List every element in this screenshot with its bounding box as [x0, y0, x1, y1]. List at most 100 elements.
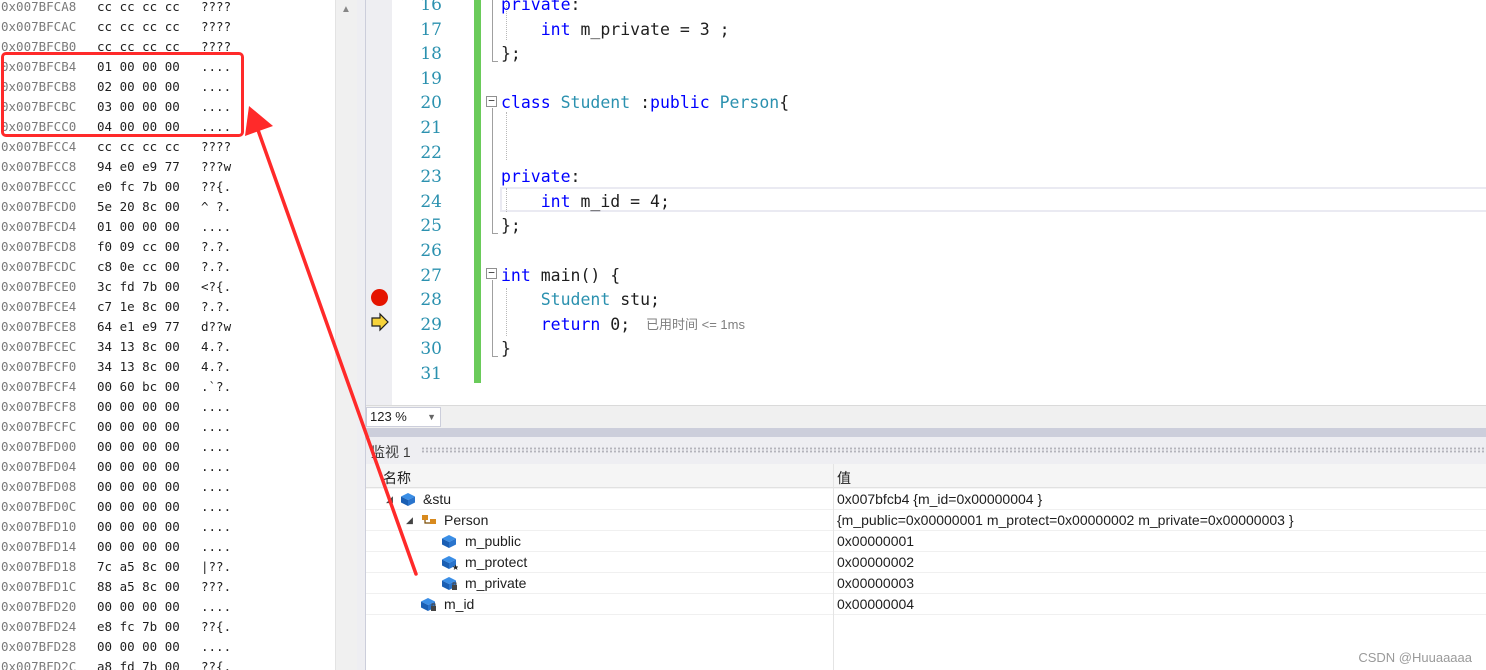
memory-ascii: d??w	[201, 319, 232, 334]
chevron-down-icon[interactable]: ▼	[427, 408, 436, 426]
code-line[interactable]: 30}	[366, 337, 1486, 362]
watch-value[interactable]: {m_public=0x00000001 m_protect=0x0000000…	[837, 510, 1294, 530]
code-line[interactable]: 17 int m_private = 3 ;	[366, 18, 1486, 43]
memory-row[interactable]: 0x007BFD1C 88 a5 8c 00???.	[0, 577, 335, 597]
code-line[interactable]: 22	[366, 141, 1486, 166]
code-line[interactable]: 21	[366, 116, 1486, 141]
memory-row[interactable]: 0x007BFD28 00 00 00 00....	[0, 637, 335, 657]
code-line[interactable]: 20 class Student :public Person{	[366, 91, 1486, 116]
watch-value[interactable]: 0x00000003	[837, 573, 914, 593]
watch-value[interactable]: 0x00000001	[837, 531, 914, 551]
code-line[interactable]: 25};	[366, 214, 1486, 239]
memory-bytes: 3c fd 7b 00	[97, 279, 180, 294]
memory-row[interactable]: 0x007BFCEC 34 13 8c 00 4.?.	[0, 337, 335, 357]
memory-row[interactable]: 0x007BFD24 e8 fc 7b 00 ??{.	[0, 617, 335, 637]
column-header-name[interactable]: 名称	[383, 468, 411, 488]
code-line[interactable]: 27 int main() {	[366, 264, 1486, 289]
memory-address: 0x007BFCF4	[1, 379, 77, 394]
memory-row[interactable]: 0x007BFCD0 5e 20 8c 00 ^ ?.	[0, 197, 335, 217]
memory-row[interactable]: 0x007BFCA8 cc cc cc cc????	[0, 0, 335, 17]
code-editor[interactable]: − − 16 private: 17 int m_private = 3 ; 18};…	[366, 0, 1486, 405]
pane-splitter[interactable]	[357, 0, 366, 670]
expand-toggle-icon[interactable]: ◢	[406, 510, 413, 530]
memory-bytes: 00 00 00 00	[97, 479, 180, 494]
memory-row[interactable]: 0x007BFCCC e0 fc 7b 00 ??{.	[0, 177, 335, 197]
memory-row[interactable]: 0x007BFD10 00 00 00 00....	[0, 517, 335, 537]
code-line[interactable]: 16 private:	[366, 0, 1486, 18]
line-number: 25	[420, 216, 442, 237]
column-header-value[interactable]: 值	[837, 468, 851, 488]
memory-row[interactable]: 0x007BFD00 00 00 00 00....	[0, 437, 335, 457]
code-line[interactable]: 26	[366, 239, 1486, 264]
watch-value[interactable]: 0x007bfcb4 {m_id=0x00000004 }	[837, 489, 1042, 509]
memory-ascii: 4.?.	[201, 359, 232, 374]
watch-window: 监视 1 名称 值 ◢ &stu 0x007bfcb4 {m_id=0x000000…	[366, 437, 1486, 670]
watch-name[interactable]: m_public	[465, 531, 521, 551]
perf-tip[interactable]: 已用时间 <= 1ms	[646, 313, 745, 338]
memory-row[interactable]: 0x007BFCD4 01 00 00 00....	[0, 217, 335, 237]
watch-row[interactable]: m_private 0x00000003	[366, 573, 1486, 594]
watch-titlebar[interactable]: 监视 1	[366, 437, 1486, 464]
code-text: Student stu;	[501, 288, 660, 313]
memory-row[interactable]: 0x007BFCD8 f0 09 cc 00?.?.	[0, 237, 335, 257]
memory-row[interactable]: 0x007BFCE4 c7 1e 8c 00?.?.	[0, 297, 335, 317]
watch-name[interactable]: m_private	[465, 573, 526, 593]
memory-bytes: a8 fd 7b 00	[97, 659, 180, 670]
code-line[interactable]: 24 int m_id = 4;	[366, 190, 1486, 215]
memory-row[interactable]: 0x007BFCF8 00 00 00 00....	[0, 397, 335, 417]
memory-row[interactable]: 0x007BFCE8 64 e1 e9 77 d??w	[0, 317, 335, 337]
zoom-level-value: 123 %	[370, 409, 407, 424]
memory-row[interactable]: 0x007BFD18 7c a5 8c 00 |??.	[0, 557, 335, 577]
memory-ascii: ....	[201, 539, 232, 554]
public-field-icon	[442, 534, 458, 549]
memory-row[interactable]: 0x007BFCC4 cc cc cc cc????	[0, 137, 335, 157]
memory-row[interactable]: 0x007BFCDC c8 0e cc 00?.?.	[0, 257, 335, 277]
code-line[interactable]: 31	[366, 362, 1486, 387]
memory-row[interactable]: 0x007BFD20 00 00 00 00....	[0, 597, 335, 617]
memory-row[interactable]: 0x007BFCF0 34 13 8c 00 4.?.	[0, 357, 335, 377]
watch-name[interactable]: &stu	[423, 489, 451, 509]
memory-row[interactable]: 0x007BFCE0 3c fd 7b 00 <?{.	[0, 277, 335, 297]
column-divider[interactable]	[833, 464, 834, 670]
expand-toggle-icon[interactable]: ◢	[386, 489, 393, 509]
code-text: };	[501, 214, 521, 239]
memory-row[interactable]: 0x007BFCF4 00 60 bc 00 .`?.	[0, 377, 335, 397]
watch-name[interactable]: m_id	[444, 594, 474, 614]
memory-scrollbar[interactable]: ▲	[335, 0, 357, 670]
watch-row[interactable]: ◢ Person {m_public=0x00000001 m_protect=0x…	[366, 510, 1486, 531]
code-line[interactable]: 19	[366, 67, 1486, 92]
line-number: 30	[420, 339, 442, 360]
zoom-level-dropdown[interactable]: 123 % ▼	[366, 407, 441, 427]
code-line[interactable]: 23 private:	[366, 165, 1486, 190]
watch-value[interactable]: 0x00000004	[837, 594, 914, 614]
memory-row[interactable]: 0x007BFD08 00 00 00 00....	[0, 477, 335, 497]
watch-row[interactable]: ★ m_protect 0x00000002	[366, 552, 1486, 573]
code-text: private:	[501, 165, 580, 190]
memory-row[interactable]: 0x007BFD0C 00 00 00 00....	[0, 497, 335, 517]
watch-row[interactable]: m_public 0x00000001	[366, 531, 1486, 552]
watch-name[interactable]: Person	[444, 510, 488, 530]
scroll-up-arrow-icon[interactable]: ▲	[341, 4, 351, 15]
watch-value[interactable]: 0x00000002	[837, 552, 914, 572]
drag-grip[interactable]	[421, 447, 1486, 453]
memory-address: 0x007BFD08	[1, 479, 77, 494]
code-line[interactable]: 28 Student stu;	[366, 288, 1486, 313]
memory-row[interactable]: 0x007BFCFC 00 00 00 00....	[0, 417, 335, 437]
pane-separator[interactable]	[366, 428, 1486, 437]
memory-address: 0x007BFCE8	[1, 319, 77, 334]
memory-row[interactable]: 0x007BFD14 00 00 00 00....	[0, 537, 335, 557]
memory-row[interactable]: 0x007BFD04 00 00 00 00....	[0, 457, 335, 477]
memory-row[interactable]: 0x007BFCAC cc cc cc cc????	[0, 17, 335, 37]
watch-row[interactable]: ◢ &stu 0x007bfcb4 {m_id=0x00000004 }	[366, 489, 1486, 510]
watch-row[interactable]: m_id 0x00000004	[366, 594, 1486, 615]
memory-row[interactable]: 0x007BFD2C a8 fd 7b 00 ??{.	[0, 657, 335, 670]
code-token: stu;	[610, 290, 660, 310]
type-token: Person	[719, 93, 780, 113]
watch-title: 监视 1	[371, 444, 411, 460]
code-line[interactable]: 29 return 0; 已用时间 <= 1ms	[366, 313, 1486, 338]
memory-row[interactable]: 0x007BFCC8 94 e0 e9 77 ???w	[0, 157, 335, 177]
watch-name[interactable]: m_protect	[465, 552, 527, 572]
code-line[interactable]: 18};	[366, 42, 1486, 67]
